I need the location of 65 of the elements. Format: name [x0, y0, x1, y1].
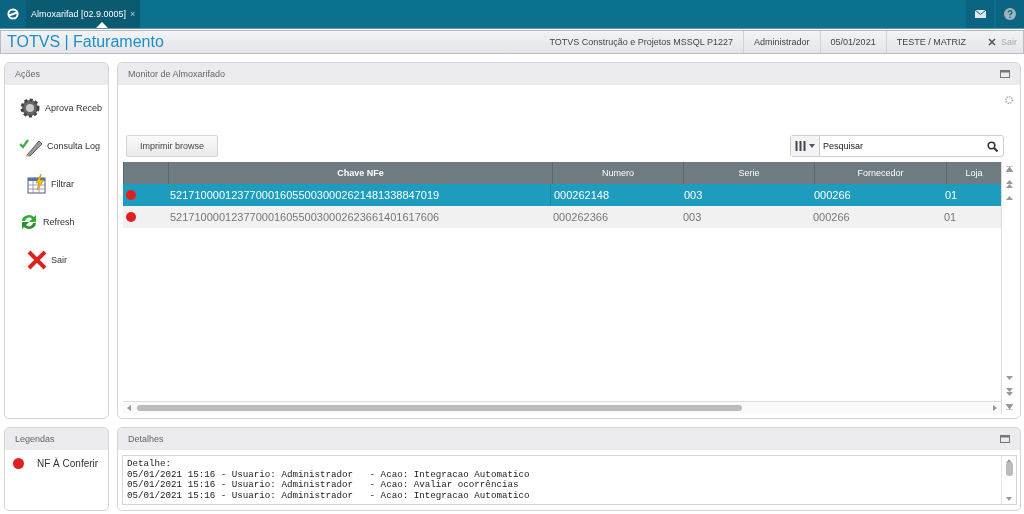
close-icon [988, 38, 996, 46]
scroll-arrow-icon[interactable] [1006, 376, 1013, 380]
vertical-scrollbar[interactable] [1001, 456, 1016, 504]
log-line: 05/01/2021 15:16 - Usuario: Administrador - Acao: Integracao Automatico [127, 490, 531, 501]
table-row[interactable]: 52171000012377000160550030002623661401617606 000262366 003 000266 01 [123, 206, 1001, 228]
scroll-arrow-icon[interactable] [1006, 459, 1012, 463]
scroll-arrow-icon[interactable] [993, 405, 997, 411]
search-icon[interactable] [987, 140, 998, 152]
scroll-thumb[interactable] [1005, 462, 1013, 476]
help-icon[interactable] [1004, 8, 1016, 20]
table-row[interactable]: 52171000012377000160550030002621481338847019 000262148 003 000266 01 [123, 184, 1001, 206]
table-lightning-icon [27, 174, 47, 194]
column-picker-button[interactable] [791, 136, 820, 156]
table-cell-text: 000266 [813, 188, 852, 203]
scroll-arrow-icon[interactable] [127, 405, 131, 411]
scroll-arrow-icon[interactable] [1006, 404, 1013, 410]
scroll-arrow-icon[interactable] [1006, 196, 1013, 200]
scroll-arrow-icon[interactable] [1006, 497, 1012, 501]
window-tab[interactable]: Almoxarifad [02.9.0005] × [26, 0, 141, 28]
panel-title: Detalhes [128, 433, 164, 446]
columns-icon [795, 141, 806, 151]
caret-icon [809, 144, 815, 148]
horizontal-scrollbar[interactable] [123, 401, 1001, 414]
panel-title: Ações [15, 68, 40, 81]
action-button[interactable]: Sair [5, 241, 108, 279]
panel-title: Monitor de Almoxarifado [128, 68, 226, 81]
scroll-arrow-icon[interactable] [1006, 388, 1013, 396]
table-cell-text: 000262148 [553, 188, 611, 203]
log-line: Detalhe: [127, 459, 173, 470]
maximize-icon[interactable] [1000, 435, 1010, 443]
gear-icon [19, 97, 41, 119]
logo-icon[interactable] [7, 8, 19, 20]
action-button[interactable]: Refresh [5, 203, 108, 241]
log-line: 05/01/2021 15:16 - Usuario: Administrador - Acao: Avaliar ocorrências [127, 480, 520, 491]
scroll-arrow-icon[interactable] [1006, 180, 1013, 188]
scroll-thumb[interactable] [137, 405, 742, 411]
close-icon [27, 250, 47, 270]
table-cell-text: 01 [943, 210, 958, 225]
session-info: 05/01/2021 [819, 31, 886, 53]
table-cell-text: 01 [944, 188, 959, 203]
print-button[interactable]: Imprimir browse [126, 135, 218, 157]
close-button[interactable]: × [130, 9, 136, 19]
action-button[interactable]: Aprova Receb [5, 89, 108, 127]
search-bar[interactable]: Pesquisar [790, 135, 1004, 157]
table-cell-text: 000266 [812, 210, 851, 225]
scroll-arrow-icon[interactable] [1006, 166, 1013, 172]
caret-icon [96, 22, 108, 28]
table-cell-text: 003 [682, 210, 703, 225]
refresh-icon [19, 212, 39, 232]
app-title: TOTVS | Faturamento [6, 33, 165, 51]
session-info: Administrador [743, 31, 820, 53]
session-info: TOTVS Construção e Projetos MSSQL P1227 [548, 36, 735, 49]
legend-label: NF À Conferir [37, 458, 99, 469]
details-text-area[interactable] [122, 455, 1017, 505]
table-cell-text: 52171000012377000160550030002623661401617606 [169, 210, 441, 225]
tab-label: Almoxarifad [02.9.0005] [31, 9, 127, 19]
maximize-icon[interactable] [1000, 70, 1010, 78]
log-line: 05/01/2021 15:16 - Usuario: Administrador - Acao: Integracao Automatico [127, 469, 531, 480]
panel-title: Legendas [15, 433, 55, 446]
table-cell-text: 003 [683, 188, 704, 203]
table-cell-text: 000262366 [552, 210, 610, 225]
session-info: TESTE / MATRIZ [885, 31, 976, 53]
mail-icon[interactable] [974, 10, 986, 18]
action-button[interactable]: Consulta Log [5, 127, 108, 165]
action-button[interactable]: Filtrar [5, 165, 108, 203]
